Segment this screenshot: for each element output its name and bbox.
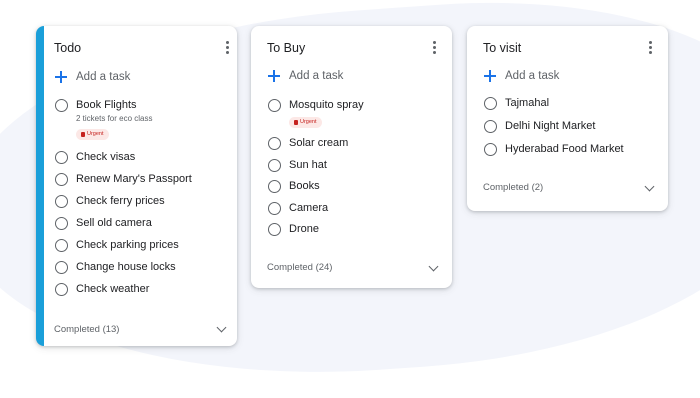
task-item: Sun hat — [268, 158, 327, 172]
task-item: Renew Mary's Passport — [55, 172, 192, 186]
completed-toggle[interactable]: Completed (13) — [54, 324, 119, 335]
task-item: Change house locks — [55, 260, 176, 274]
circle-checkbox-icon[interactable] — [484, 120, 497, 133]
circle-checkbox-icon[interactable] — [268, 137, 281, 150]
task-title[interactable]: Tajmahal — [505, 96, 549, 110]
list-card-todo: Todo Add a task Book Flights 2 tickets f… — [36, 26, 237, 346]
more-vert-icon[interactable] — [431, 41, 437, 54]
circle-checkbox-icon[interactable] — [484, 143, 497, 156]
task-item: Tajmahal — [484, 96, 549, 110]
circle-checkbox-icon[interactable] — [55, 239, 68, 252]
plus-icon — [268, 70, 280, 82]
circle-checkbox-icon[interactable] — [55, 195, 68, 208]
task-title[interactable]: Check weather — [76, 282, 149, 296]
flag-icon — [81, 132, 85, 137]
task-title[interactable]: Camera — [289, 201, 328, 215]
task-item: Sell old camera — [55, 216, 152, 230]
list-card-to-buy: To Buy Add a task Mosquito spray Urgent … — [251, 26, 452, 288]
circle-checkbox-icon[interactable] — [484, 97, 497, 110]
more-vert-icon[interactable] — [224, 41, 230, 54]
list-title: To Buy — [267, 41, 306, 55]
circle-checkbox-icon[interactable] — [268, 180, 281, 193]
task-item: Solar cream — [268, 136, 348, 150]
add-task-button[interactable]: Add a task — [55, 71, 130, 83]
add-task-button[interactable]: Add a task — [268, 70, 343, 82]
task-item: Check ferry prices — [55, 194, 165, 208]
plus-icon — [55, 71, 67, 83]
circle-checkbox-icon[interactable] — [55, 261, 68, 274]
task-title[interactable]: Change house locks — [76, 260, 176, 274]
task-title[interactable]: Delhi Night Market — [505, 119, 595, 133]
circle-checkbox-icon[interactable] — [55, 283, 68, 296]
task-title[interactable]: Hyderabad Food Market — [505, 142, 624, 156]
task-item: Hyderabad Food Market — [484, 142, 624, 156]
task-title[interactable]: Solar cream — [289, 136, 348, 150]
more-vert-icon[interactable] — [647, 41, 653, 54]
task-title[interactable]: Mosquito spray — [289, 98, 364, 112]
task-item: Drone — [268, 222, 319, 236]
plus-icon — [484, 70, 496, 82]
task-item: Delhi Night Market — [484, 119, 595, 133]
task-item: Check visas — [55, 150, 135, 164]
circle-checkbox-icon[interactable] — [55, 217, 68, 230]
task-item: Books — [268, 179, 320, 193]
chevron-down-icon[interactable] — [644, 181, 655, 192]
completed-toggle[interactable]: Completed (24) — [267, 262, 332, 273]
add-task-button[interactable]: Add a task — [484, 70, 559, 82]
task-note: 2 tickets for eco class — [76, 114, 153, 123]
task-title[interactable]: Check ferry prices — [76, 194, 165, 208]
task-title[interactable]: Drone — [289, 222, 319, 236]
chevron-down-icon[interactable] — [216, 322, 227, 333]
task-title[interactable]: Sell old camera — [76, 216, 152, 230]
add-task-label: Add a task — [289, 70, 344, 82]
task-title[interactable]: Book Flights — [76, 98, 152, 112]
add-task-label: Add a task — [76, 71, 131, 83]
task-item: Camera — [268, 201, 328, 215]
circle-checkbox-icon[interactable] — [268, 202, 281, 215]
task-item: Mosquito spray Urgent — [268, 98, 364, 130]
circle-checkbox-icon[interactable] — [55, 173, 68, 186]
task-item: Check weather — [55, 282, 149, 296]
flag-icon — [294, 120, 298, 125]
list-title: Todo — [54, 41, 82, 55]
task-item: Check parking prices — [55, 238, 179, 252]
list-card-to-visit: To visit Add a task Tajmahal Delhi Night… — [467, 26, 668, 211]
task-title[interactable]: Sun hat — [289, 158, 327, 172]
circle-checkbox-icon[interactable] — [268, 223, 281, 236]
circle-checkbox-icon[interactable] — [268, 159, 281, 172]
circle-checkbox-icon[interactable] — [55, 99, 68, 112]
completed-toggle[interactable]: Completed (2) — [483, 182, 543, 193]
task-item: Book Flights 2 tickets for eco class Urg… — [55, 98, 152, 142]
circle-checkbox-icon[interactable] — [55, 151, 68, 164]
add-task-label: Add a task — [505, 70, 560, 82]
task-title[interactable]: Check parking prices — [76, 238, 179, 252]
task-title[interactable]: Books — [289, 179, 320, 193]
chevron-down-icon[interactable] — [428, 261, 439, 272]
task-title[interactable]: Renew Mary's Passport — [76, 172, 192, 186]
task-title[interactable]: Check visas — [76, 150, 135, 164]
urgent-badge: Urgent — [289, 117, 322, 128]
list-title: To visit — [483, 41, 522, 55]
urgent-badge: Urgent — [76, 129, 109, 140]
circle-checkbox-icon[interactable] — [268, 99, 281, 112]
